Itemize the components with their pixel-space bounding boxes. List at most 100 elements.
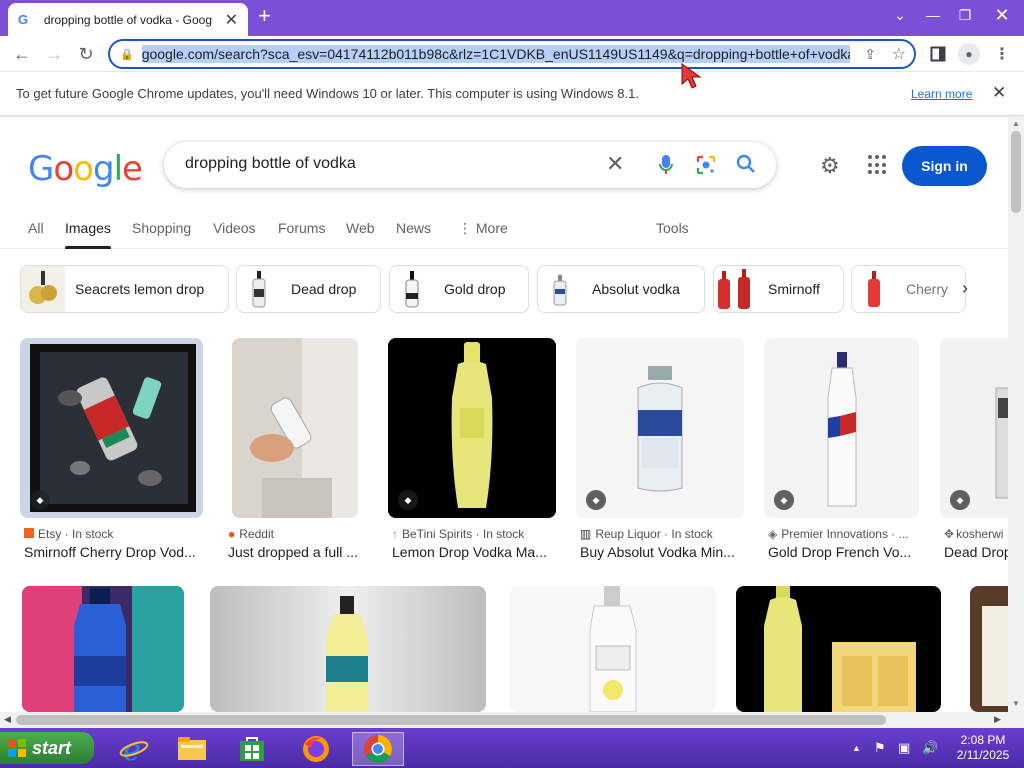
result-source: ✥ kosherwi bbox=[944, 527, 1008, 541]
google-logo[interactable]: Google bbox=[28, 149, 143, 189]
search-box[interactable]: dropping bottle of vodka ✕ bbox=[164, 142, 776, 188]
image-result[interactable]: ◆ ↑ BeTini Spirits · In stock Lemon Drop … bbox=[388, 338, 556, 568]
bookmark-star-icon[interactable]: ☆ bbox=[892, 44, 906, 64]
horizontal-scroll-thumb[interactable] bbox=[16, 715, 886, 725]
lock-icon[interactable]: 🔒 bbox=[120, 48, 134, 61]
settings-gear-icon[interactable]: ⚙ bbox=[820, 153, 840, 179]
file-explorer-icon[interactable] bbox=[166, 732, 218, 766]
image-result[interactable] bbox=[22, 586, 184, 712]
image-result[interactable] bbox=[510, 586, 716, 712]
chip-thumbnail bbox=[21, 266, 65, 312]
scroll-down-icon[interactable]: ▼ bbox=[1012, 699, 1020, 708]
tab-images[interactable]: Images bbox=[65, 220, 111, 249]
scroll-left-icon[interactable]: ◀ bbox=[4, 714, 11, 725]
share-icon[interactable]: ⇪ bbox=[864, 46, 876, 63]
tab-forums[interactable]: Forums bbox=[278, 220, 325, 236]
new-tab-button[interactable]: + bbox=[258, 5, 271, 27]
system-clock[interactable]: 2:08 PM 2/11/2025 bbox=[952, 733, 1014, 763]
chip-gold-drop[interactable]: Gold drop bbox=[389, 265, 529, 313]
result-image bbox=[970, 586, 1008, 712]
google-lens-icon[interactable] bbox=[696, 155, 716, 175]
search-query[interactable]: dropping bottle of vodka bbox=[185, 155, 356, 173]
image-result[interactable]: ◆ Etsy · In stock Smirnoff Cherry Drop V… bbox=[20, 338, 204, 568]
result-title[interactable]: Lemon Drop Vodka Ma... bbox=[392, 544, 556, 560]
tab-web[interactable]: Web bbox=[346, 220, 375, 236]
reup-liquor-icon: ▥ bbox=[580, 527, 592, 541]
related-search-chips: Seacrets lemon drop Dead drop Gold drop … bbox=[20, 265, 1008, 313]
learn-more-link[interactable]: Learn more bbox=[911, 87, 972, 101]
image-result[interactable]: ◆ ▥ Reup Liquor · In stock Buy Absolut Vo… bbox=[576, 338, 744, 568]
menu-kebab-icon[interactable]: ⋮ bbox=[994, 44, 1010, 64]
forward-arrow-icon[interactable]: → bbox=[42, 42, 66, 66]
reload-icon[interactable]: ↻ bbox=[74, 42, 98, 66]
internet-explorer-icon[interactable]: e bbox=[108, 732, 160, 766]
chip-seacrets-lemon-drop[interactable]: Seacrets lemon drop bbox=[20, 265, 229, 313]
result-image bbox=[510, 586, 716, 712]
result-title[interactable]: Dead Drop bbox=[944, 544, 1008, 560]
window-close-icon[interactable]: ✕ bbox=[982, 0, 1022, 30]
address-bar[interactable]: 🔒 google.com/search?sca_esv=04174112b011… bbox=[108, 39, 916, 69]
browser-tab[interactable]: G dropping bottle of vodka - Goog ✕ bbox=[8, 3, 248, 36]
image-result[interactable]: ◆ ◈ Premier Innovations · ... Gold Drop F… bbox=[764, 338, 920, 568]
result-image bbox=[20, 338, 203, 518]
tab-more[interactable]: ⋮ More bbox=[458, 220, 508, 237]
google-results-page: Google dropping bottle of vodka ✕ ⚙ Sign… bbox=[0, 117, 1008, 712]
chip-absolut-vodka[interactable]: Absolut vodka bbox=[537, 265, 705, 313]
image-result[interactable] bbox=[736, 586, 941, 712]
sign-in-button[interactable]: Sign in bbox=[902, 146, 987, 186]
tab-more-label: More bbox=[475, 220, 508, 236]
product-tag-icon: ◆ bbox=[30, 490, 50, 510]
apps-grid-icon[interactable] bbox=[868, 155, 888, 175]
vertical-scrollbar[interactable]: ▲ ▼ bbox=[1008, 117, 1024, 712]
logo-letter: e bbox=[122, 149, 143, 189]
result-title[interactable]: Buy Absolut Vodka Min... bbox=[580, 544, 744, 560]
tab-videos[interactable]: Videos bbox=[213, 220, 256, 236]
result-source-text: BeTini Spirits · In stock bbox=[402, 527, 525, 541]
back-arrow-icon[interactable]: ← bbox=[10, 42, 34, 66]
start-button[interactable]: start bbox=[0, 732, 94, 764]
scroll-right-icon[interactable]: ▶ bbox=[994, 714, 1001, 725]
image-result[interactable]: ● Reddit Just dropped a full ... bbox=[224, 338, 368, 568]
tab-tools[interactable]: Tools bbox=[656, 220, 689, 236]
chip-thumbnail bbox=[538, 266, 582, 312]
result-title[interactable]: Just dropped a full ... bbox=[228, 544, 368, 560]
result-title[interactable]: Smirnoff Cherry Drop Vod... bbox=[24, 544, 204, 560]
tab-search-icon[interactable]: ⌄ bbox=[888, 0, 912, 30]
profile-avatar-icon[interactable]: ● bbox=[958, 43, 980, 65]
volume-icon[interactable]: 🔊 bbox=[922, 740, 938, 756]
minimize-icon[interactable]: — bbox=[918, 0, 948, 30]
clear-search-icon[interactable]: ✕ bbox=[606, 151, 624, 177]
chip-smirnoff[interactable]: Smirnoff bbox=[713, 265, 844, 313]
chips-next-chevron-icon[interactable]: › bbox=[962, 278, 968, 299]
tab-shopping[interactable]: Shopping bbox=[132, 220, 191, 236]
chip-dead-drop[interactable]: Dead drop bbox=[236, 265, 381, 313]
result-source: ◈ Premier Innovations · ... bbox=[768, 527, 920, 541]
infobar-close-icon[interactable]: ✕ bbox=[992, 83, 1006, 103]
result-title[interactable]: Gold Drop French Vo... bbox=[768, 544, 920, 560]
search-icon[interactable] bbox=[736, 154, 756, 174]
chrome-taskbar-icon[interactable] bbox=[352, 732, 404, 766]
tab-news[interactable]: News bbox=[396, 220, 431, 236]
firefox-icon[interactable] bbox=[290, 732, 342, 766]
image-result[interactable] bbox=[970, 586, 1008, 712]
scroll-up-icon[interactable]: ▲ bbox=[1012, 119, 1020, 128]
action-center-flag-icon[interactable]: ⚑ bbox=[874, 740, 886, 756]
horizontal-scrollbar[interactable]: ◀ ▶ bbox=[0, 712, 1024, 728]
image-result[interactable] bbox=[210, 586, 486, 712]
logo-letter: o bbox=[73, 149, 94, 189]
tab-close-icon[interactable]: ✕ bbox=[225, 10, 238, 30]
image-result[interactable]: ◆ ✥ kosherwi Dead Drop bbox=[940, 338, 1008, 568]
show-hidden-icons-chevron[interactable]: ▲ bbox=[852, 743, 861, 753]
tab-all[interactable]: All bbox=[28, 220, 44, 236]
tab-title: dropping bottle of vodka - Goog bbox=[43, 12, 212, 27]
logo-letter: G bbox=[28, 149, 54, 189]
chip-cherry[interactable]: Cherry bbox=[851, 265, 966, 313]
microphone-icon[interactable] bbox=[658, 154, 674, 176]
url-text[interactable]: google.com/search?sca_esv=04174112b011b9… bbox=[141, 45, 850, 63]
result-source: ● Reddit bbox=[228, 527, 368, 541]
side-panel-icon[interactable] bbox=[928, 44, 948, 64]
restore-icon[interactable]: ❐ bbox=[950, 0, 980, 30]
network-icon[interactable]: ▣ bbox=[898, 740, 910, 756]
vertical-scroll-thumb[interactable] bbox=[1011, 131, 1021, 213]
windows-store-icon[interactable] bbox=[226, 732, 278, 766]
